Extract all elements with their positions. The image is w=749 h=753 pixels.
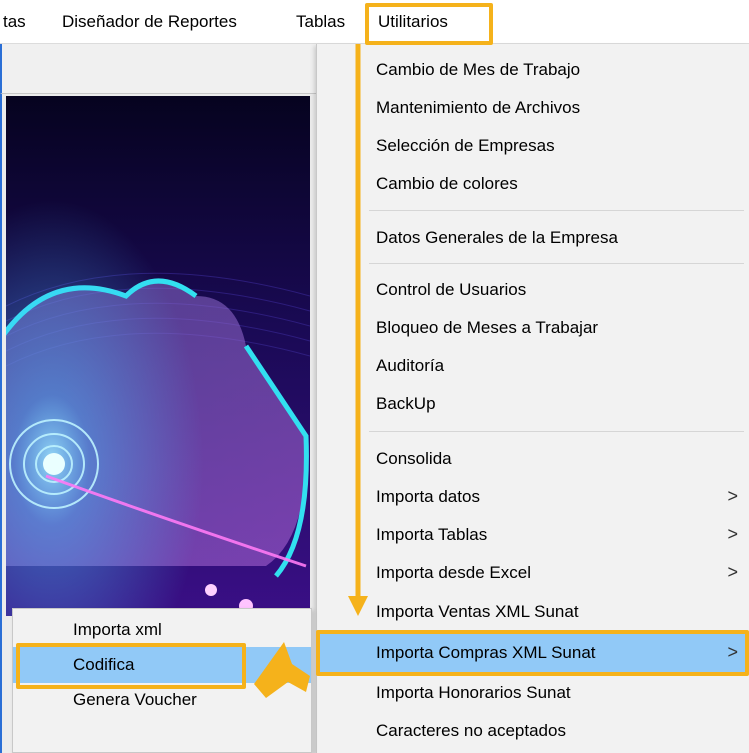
chevron-right-icon: > [727, 642, 738, 662]
menu-item-importa-ventas-xml[interactable]: Importa Ventas XML Sunat [317, 593, 749, 631]
menu-item-label: Importa desde Excel [376, 563, 531, 582]
utilitarios-dropdown: Cambio de Mes de Trabajo Mantenimiento d… [316, 44, 749, 753]
menu-bar: tas Diseñador de Reportes Tablas Utilita… [0, 0, 749, 44]
menu-item-utilitarios[interactable]: Utilitarios [378, 12, 448, 32]
menu-item-label: Bloqueo de Meses a Trabajar [376, 318, 599, 337]
menu-item-seleccion-empresas[interactable]: Selección de Empresas [317, 127, 749, 165]
chevron-right-icon: > [727, 562, 738, 582]
chevron-right-icon: > [727, 486, 738, 506]
menu-item-label: Importa Compras XML Sunat [376, 643, 596, 662]
menu-item-label: Importa datos [376, 487, 480, 506]
menu-item-label: Importa Ventas XML Sunat [376, 602, 579, 621]
submenu-item-codifica[interactable]: Codifica [13, 647, 311, 683]
menu-item-label: Mantenimiento de Archivos [376, 98, 581, 117]
menu-item-datos-generales[interactable]: Datos Generales de la Empresa [317, 219, 749, 257]
menu-item-tablas[interactable]: Tablas [296, 12, 345, 32]
menu-item-label: Importa Honorarios Sunat [376, 683, 571, 702]
menu-item-importa-tablas[interactable]: Importa Tablas > [317, 516, 749, 554]
menu-separator [369, 210, 744, 211]
menu-item-cambio-mes[interactable]: Cambio de Mes de Trabajo [317, 51, 749, 89]
submenu-item-label: Codifica [73, 655, 135, 674]
menu-separator [369, 431, 744, 432]
menu-item-importa-honorarios[interactable]: Importa Honorarios Sunat [317, 674, 749, 712]
menu-item-backup[interactable]: BackUp [317, 385, 749, 423]
menu-item-label: BackUp [376, 394, 436, 413]
menu-item-importa-excel[interactable]: Importa desde Excel > [317, 554, 749, 592]
cloud-tech-illustration [6, 96, 310, 616]
menu-item-mantenimiento-archivos[interactable]: Mantenimiento de Archivos [317, 89, 749, 127]
menu-item-bloqueo-meses[interactable]: Bloqueo de Meses a Trabajar [317, 309, 749, 347]
menu-item-auditoria[interactable]: Auditoría [317, 347, 749, 385]
menu-separator [369, 263, 744, 264]
menu-item-label: Selección de Empresas [376, 136, 555, 155]
menu-item-label: Caracteres no aceptados [376, 721, 566, 740]
menu-item-consolida[interactable]: Consolida [317, 440, 749, 478]
importa-compras-submenu: Importa xml Codifica Genera Voucher [12, 608, 312, 753]
submenu-item-importa-xml[interactable]: Importa xml [13, 612, 311, 648]
submenu-item-genera-voucher[interactable]: Genera Voucher [13, 682, 311, 718]
menu-item-label: Cambio de colores [376, 174, 518, 193]
submenu-item-label: Genera Voucher [73, 690, 197, 709]
menu-item-importa-compras-xml[interactable]: Importa Compras XML Sunat > [317, 634, 749, 672]
menu-item-caracteres-no-aceptados[interactable]: Caracteres no aceptados [317, 712, 749, 750]
menu-item-label: Auditoría [376, 356, 445, 375]
menu-item-label: Cambio de Mes de Trabajo [376, 60, 581, 79]
submenu-item-label: Importa xml [73, 620, 162, 639]
menu-item-label: Datos Generales de la Empresa [376, 228, 618, 247]
menu-item-label: Importa Tablas [376, 525, 488, 544]
menu-item-ventas[interactable]: tas [3, 12, 26, 32]
menu-item-label: Control de Usuarios [376, 280, 527, 299]
toolbar-area [0, 44, 316, 94]
menu-item-cambio-colores[interactable]: Cambio de colores [317, 165, 749, 203]
menu-item-disenador-reportes[interactable]: Diseñador de Reportes [62, 12, 237, 32]
splash-image [6, 96, 310, 616]
menu-item-control-usuarios[interactable]: Control de Usuarios [317, 271, 749, 309]
chevron-right-icon: > [727, 524, 738, 544]
menu-item-label: Consolida [376, 449, 452, 468]
menu-item-importa-datos[interactable]: Importa datos > [317, 478, 749, 516]
